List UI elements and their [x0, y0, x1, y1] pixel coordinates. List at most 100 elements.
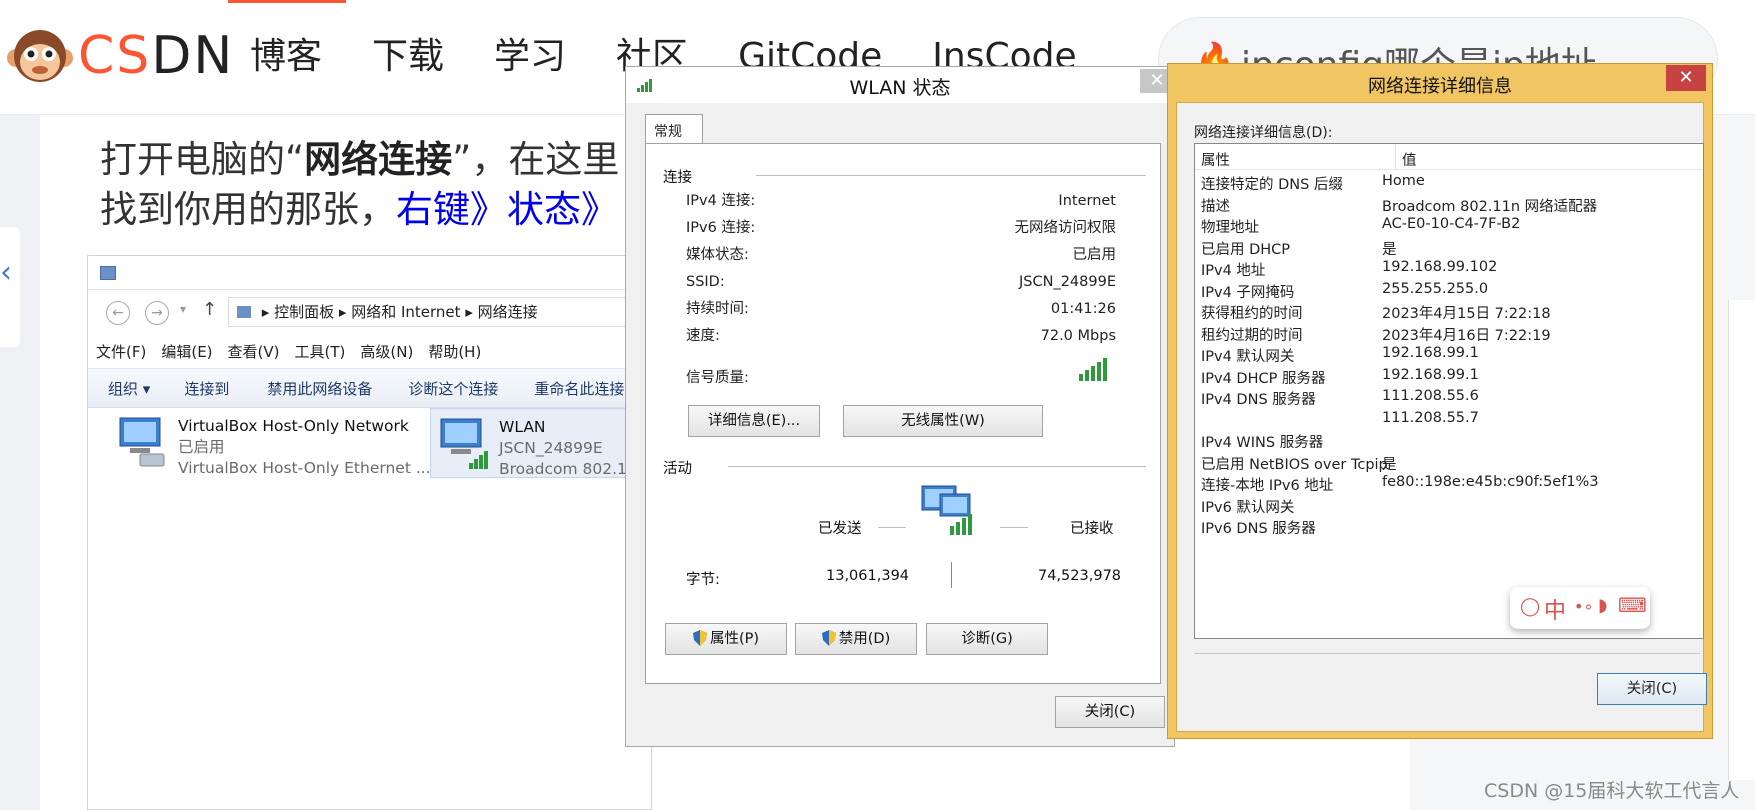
table-row[interactable]: 连接-本地 IPv6 地址 fe80::198e:e45b:c90f:5ef1%3 — [1195, 472, 1703, 495]
info-value: 无网络访问权限 — [1014, 220, 1117, 236]
table-row[interactable]: IPv4 子网掩码 255.255.255.0 — [1195, 279, 1703, 302]
dialog-title: WLAN 状态 — [849, 77, 951, 99]
column-header-value[interactable]: 值 — [1402, 149, 1417, 170]
breadcrumb-item[interactable]: 控制面板 — [274, 303, 334, 321]
close-icon[interactable]: ✕ — [1666, 65, 1706, 91]
history-dropdown-icon[interactable]: ▾ — [180, 302, 186, 316]
nav-item-learn[interactable]: 学习 — [494, 32, 566, 82]
menu-help[interactable]: 帮助(H) — [428, 338, 481, 366]
half-width-icon[interactable]: ◗ — [1598, 595, 1607, 616]
diagnose-connection-button[interactable]: 诊断这个连接 — [408, 378, 498, 399]
table-row[interactable]: 获得租约的时间 2023年4月15日 7:22:18 — [1195, 300, 1703, 323]
column-header-property[interactable]: 属性 — [1201, 149, 1230, 170]
info-label: 速度: — [686, 328, 720, 344]
table-row[interactable]: IPv4 默认网关 192.168.99.1 — [1195, 343, 1703, 366]
general-tab-panel: 连接 IPv4 连接: Internet IPv6 连接: 无网络访问权限 媒体状态… — [645, 143, 1161, 684]
column-divider[interactable] — [1395, 144, 1396, 170]
details-list[interactable]: 属性 值 连接特定的 DNS 后缀 Home 描述 Broadcom 802.11n … — [1194, 143, 1704, 639]
table-row[interactable]: 连接特定的 DNS 后缀 Home — [1195, 171, 1703, 194]
sent-label: 已发送 — [818, 521, 862, 537]
property-cell: 获得租约的时间 — [1201, 306, 1303, 322]
close-button[interactable]: 关闭(C) — [1597, 673, 1707, 705]
punctuation-icon[interactable]: •∘ — [1574, 597, 1593, 616]
table-row[interactable]: 已启用 NetBIOS over Tcpip 是 — [1195, 451, 1703, 474]
divider — [1194, 653, 1700, 654]
table-row[interactable]: IPv4 DHCP 服务器 192.168.99.1 — [1195, 365, 1703, 388]
nav-item-blog[interactable]: 博客 — [250, 32, 322, 82]
info-value: JSCN_24899E — [1019, 274, 1116, 290]
properties-button[interactable]: 属性(P) — [665, 623, 787, 655]
address-bar: ← → ▾ ↑ ▸ 控制面板 ▸ 网络和 Internet ▸ 网络连接 — [88, 292, 658, 332]
wifi-adapter-icon — [440, 418, 488, 469]
table-row[interactable]: 描述 Broadcom 802.11n 网络适配器 — [1195, 193, 1703, 216]
info-value: 01:41:26 — [1050, 301, 1116, 317]
disable-device-button[interactable]: 禁用此网络设备 — [267, 378, 372, 399]
menu-file[interactable]: 文件(F) — [96, 338, 146, 366]
menu-advanced[interactable]: 高级(N) — [360, 338, 413, 366]
property-cell: IPv6 默认网关 — [1201, 499, 1295, 516]
table-row[interactable]: IPv4 WINS 服务器 — [1195, 429, 1703, 452]
menu-edit[interactable]: 编辑(E) — [161, 338, 212, 366]
csdn-logo-text: CSDN — [78, 26, 235, 86]
value-cell: AC-E0-10-C4-7F-B2 — [1382, 216, 1521, 232]
menu-tools[interactable]: 工具(T) — [295, 338, 346, 366]
breadcrumb[interactable]: ▸ 控制面板 ▸ 网络和 Internet ▸ 网络连接 — [228, 297, 658, 327]
connection-details-dialog: 网络连接详细信息 ✕ 网络连接详细信息(D): 属性 值 连接特定的 DNS 后… — [1167, 63, 1713, 739]
article-line-1: 打开电脑的“网络连接”，在这里 — [100, 129, 619, 183]
table-row[interactable]: IPv4 DNS 服务器 111.208.55.6 — [1195, 386, 1703, 409]
tab-general[interactable]: 常规 — [645, 114, 703, 144]
up-arrow-icon[interactable]: ↑ — [202, 299, 217, 320]
adapter-status: JSCN_24899E — [499, 439, 603, 457]
details-body: 网络连接详细信息(D): 属性 值 连接特定的 DNS 后缀 Home 描述 Broa… — [1176, 102, 1707, 732]
table-row[interactable]: IPv4 地址 192.168.99.102 — [1195, 257, 1703, 280]
bytes-label: 字节: — [686, 572, 720, 588]
ime-language[interactable]: 中 — [1544, 593, 1566, 625]
received-label: 已接收 — [1070, 521, 1114, 537]
breadcrumb-item[interactable]: 网络连接 — [478, 303, 538, 321]
explorer-command-bar: 组织 ▾ 连接到 禁用此网络设备 诊断这个连接 重命名此连接 — [88, 368, 653, 408]
article-text: 打开电脑的“ — [100, 138, 305, 181]
bytes-sent-value: 13,061,394 — [826, 568, 910, 584]
wireless-properties-button[interactable]: 无线属性(W) — [843, 405, 1043, 437]
diagnose-button[interactable]: 诊断(G) — [926, 623, 1048, 655]
value-cell: 2023年4月15日 7:22:18 — [1382, 306, 1551, 322]
adapter-device: VirtualBox Host-Only Ethernet ... — [178, 459, 431, 477]
breadcrumb-item[interactable]: 网络和 Internet — [351, 303, 460, 321]
left-sidebar: ‹ — [0, 115, 40, 810]
ime-toolbar[interactable]: ◯ 中 •∘ ◗ ⌨ — [1510, 587, 1650, 629]
disable-button[interactable]: 禁用(D) — [795, 623, 917, 655]
chevron-left-icon[interactable]: ‹ — [0, 255, 12, 290]
back-arrow-icon[interactable]: ← — [106, 301, 130, 325]
divider — [878, 527, 906, 528]
close-button[interactable]: 关闭(C) — [1055, 696, 1165, 728]
divider — [728, 466, 1146, 467]
forward-arrow-icon[interactable]: → — [145, 301, 169, 325]
table-row[interactable]: IPv6 DNS 服务器 — [1195, 515, 1703, 538]
connect-to-button[interactable]: 连接到 — [184, 378, 229, 399]
nav-item-download[interactable]: 下载 — [372, 32, 444, 82]
divider — [1000, 527, 1028, 528]
property-cell: IPv4 地址 — [1201, 263, 1266, 279]
value-cell: Home — [1382, 173, 1425, 189]
monkey-logo-icon — [7, 30, 73, 82]
info-value: Internet — [1058, 193, 1116, 209]
property-cell: IPv6 DNS 服务器 — [1201, 521, 1316, 537]
info-label: SSID: — [686, 274, 725, 290]
organize-button[interactable]: 组织 ▾ — [108, 378, 150, 399]
rename-connection-button[interactable]: 重命名此连接 — [534, 378, 624, 399]
info-value: 72.0 Mbps — [1040, 328, 1116, 344]
table-row[interactable]: 111.208.55.7 — [1195, 408, 1703, 431]
csdn-logo[interactable]: CSDN — [6, 26, 234, 86]
table-row[interactable]: 已启用 DHCP 是 — [1195, 236, 1703, 259]
table-row[interactable]: 租约过期的时间 2023年4月16日 7:22:19 — [1195, 322, 1703, 345]
info-label: IPv4 连接: — [686, 193, 756, 209]
keyboard-icon[interactable]: ⌨ — [1618, 593, 1647, 617]
control-panel-icon — [237, 306, 251, 318]
details-button[interactable]: 详细信息(E)... — [688, 405, 820, 437]
table-row[interactable]: 物理地址 AC-E0-10-C4-7F-B2 — [1195, 214, 1703, 237]
article-link[interactable]: 右键》状态》 — [396, 188, 618, 231]
table-row[interactable]: IPv6 默认网关 — [1195, 494, 1703, 517]
menu-view[interactable]: 查看(V) — [228, 338, 280, 366]
list-item[interactable]: VirtualBox Host-Only Network 已启用 Virtual… — [110, 408, 431, 478]
adapter-name: VirtualBox Host-Only Network — [178, 417, 409, 435]
